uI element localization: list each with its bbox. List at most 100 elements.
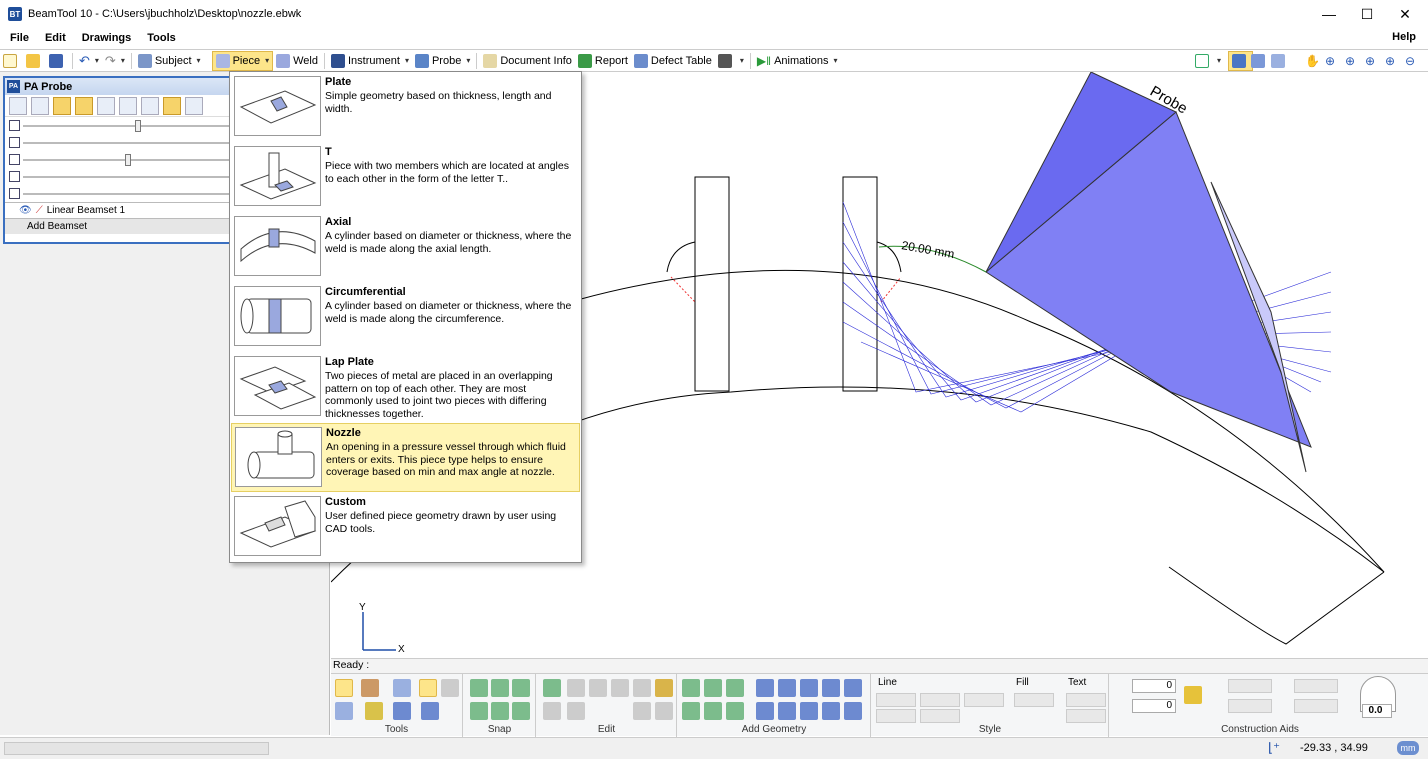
beam-icon[interactable] [141,96,159,115]
animations-button[interactable]: ▶‖ Animations ▾ [754,51,841,71]
slider-track[interactable] [23,193,229,195]
report-button[interactable]: Report [575,51,631,71]
group-tool-button[interactable] [421,702,439,720]
zoom-window-button[interactable]: ⊕ [1342,51,1358,71]
snap-perp-button[interactable] [470,702,488,720]
vertical-offset-field[interactable] [1228,699,1272,713]
text-font-field[interactable] [1066,693,1106,707]
snap-intersect-button[interactable] [512,679,530,697]
label-icon[interactable] [75,96,93,115]
reflect-icon[interactable] [119,96,137,115]
snap-tangent-button[interactable] [491,702,509,720]
construction-field-2[interactable]: 0 [1132,699,1176,713]
subject-button[interactable]: Subject ▾ [135,51,204,71]
line-type-field[interactable] [964,693,1004,707]
menu-edit[interactable]: Edit [37,32,74,44]
menu-file[interactable]: File [2,32,37,44]
mirror-button[interactable] [543,702,561,720]
wedge-icon[interactable] [97,96,115,115]
fill-color-field[interactable] [1014,693,1054,707]
zoom-select-button[interactable]: ⊕ [1362,51,1378,71]
defect-table-button[interactable]: Defect Table [631,51,715,71]
polygon-tool-button[interactable] [704,702,722,720]
close-button[interactable]: ✕ [1382,0,1428,28]
slider-track[interactable] [23,142,229,144]
gear-icon[interactable] [31,96,49,115]
array-button[interactable] [633,702,651,720]
undo-button[interactable]: ↶ ▾ [76,51,102,71]
probe-button[interactable]: Probe ▾ [412,51,473,71]
edit-style-button[interactable] [543,679,561,697]
line-start-field[interactable] [876,709,916,723]
piece-option-t[interactable]: T Piece with two members which are locat… [231,143,580,212]
edit-probe-icon[interactable] [9,96,27,115]
line-blue-button[interactable] [756,679,774,697]
circle-blue-button[interactable] [756,702,774,720]
panel-tool-button[interactable] [419,679,437,697]
polygon-blue-button[interactable] [778,702,796,720]
view-layout-button[interactable]: ▾ [1192,51,1224,71]
eye-icon[interactable]: 👁 [19,205,32,216]
redo-button[interactable]: ↷ ▾ [102,51,128,71]
snap-grid-button[interactable] [512,702,530,720]
image-tool-button[interactable] [844,702,862,720]
layer-tool-button[interactable] [393,679,411,697]
line-color-field[interactable] [876,693,916,707]
construction-field-1[interactable]: 0 [1132,679,1176,693]
snap-endpoint-button[interactable] [470,679,488,697]
focus-icon[interactable] [53,96,71,115]
piece-button[interactable]: Piece ▾ [211,50,274,71]
arc-blue-button[interactable] [800,679,818,697]
grid-tool-button[interactable] [441,679,459,697]
new-file-button[interactable] [0,51,23,71]
transform-tool-button[interactable] [393,702,411,720]
magnet-tool-button[interactable] [361,679,379,697]
weld-button[interactable]: Weld [273,51,321,71]
pan-button[interactable]: ✋ [1302,51,1323,71]
pencil-icon[interactable] [1184,686,1202,704]
beamset-row[interactable]: 👁 ⟋ Linear Beamset 1 [5,202,229,218]
trim-button[interactable] [589,679,607,697]
select-tool-button[interactable] [335,679,353,697]
slider-track[interactable] [23,125,229,127]
polyline-blue-button[interactable] [778,679,796,697]
rotate-button[interactable] [567,702,585,720]
snap-midpoint-button[interactable] [491,679,509,697]
vertical-spacing-field[interactable] [1294,699,1338,713]
polyline-tool-button[interactable] [704,679,722,697]
horizontal-offset-field[interactable] [1228,679,1272,693]
cut-button[interactable] [611,679,629,697]
erase-button[interactable] [567,679,585,697]
save-button[interactable] [46,51,69,71]
camera-button[interactable]: ▾ [715,51,747,71]
warning-icon[interactable] [185,96,203,115]
layers-tool-button[interactable] [365,702,383,720]
measure-tool-button[interactable] [335,702,353,720]
angle-value[interactable]: 0.0 [1362,704,1392,718]
piece-option-axial[interactable]: Axial A cylinder based on diameter or th… [231,213,580,282]
menu-drawings[interactable]: Drawings [74,32,140,44]
piece-option-custom[interactable]: Custom User defined piece geometry drawn… [231,493,580,562]
paste-button[interactable] [655,679,673,697]
text-size-field[interactable] [1066,709,1106,723]
menu-tools[interactable]: Tools [139,32,184,44]
dimension-button[interactable] [844,679,862,697]
instrument-button[interactable]: Instrument ▾ [328,51,412,71]
sweep-icon[interactable] [163,96,181,115]
menu-help[interactable]: Help [1392,31,1416,43]
rect-tool-button[interactable] [726,702,744,720]
piece-option-plate[interactable]: Plate Simple geometry based on thickness… [231,73,580,142]
piece-option-lap-plate[interactable]: Lap Plate Two pieces of metal are placed… [231,353,580,422]
copy-button[interactable] [633,679,651,697]
view-split-button[interactable] [1268,51,1291,71]
text-tool-button[interactable] [822,702,840,720]
open-file-button[interactable] [23,51,46,71]
line-end-field[interactable] [920,709,960,723]
arc-tool-button[interactable] [726,679,744,697]
unit-badge[interactable]: mm [1397,741,1419,755]
horizontal-spacing-field[interactable] [1294,679,1338,693]
explode-button[interactable] [655,702,673,720]
circle-tool-button[interactable] [682,702,700,720]
slider-track[interactable] [23,176,229,178]
zoom-out-button[interactable]: ⊖ [1402,51,1418,71]
